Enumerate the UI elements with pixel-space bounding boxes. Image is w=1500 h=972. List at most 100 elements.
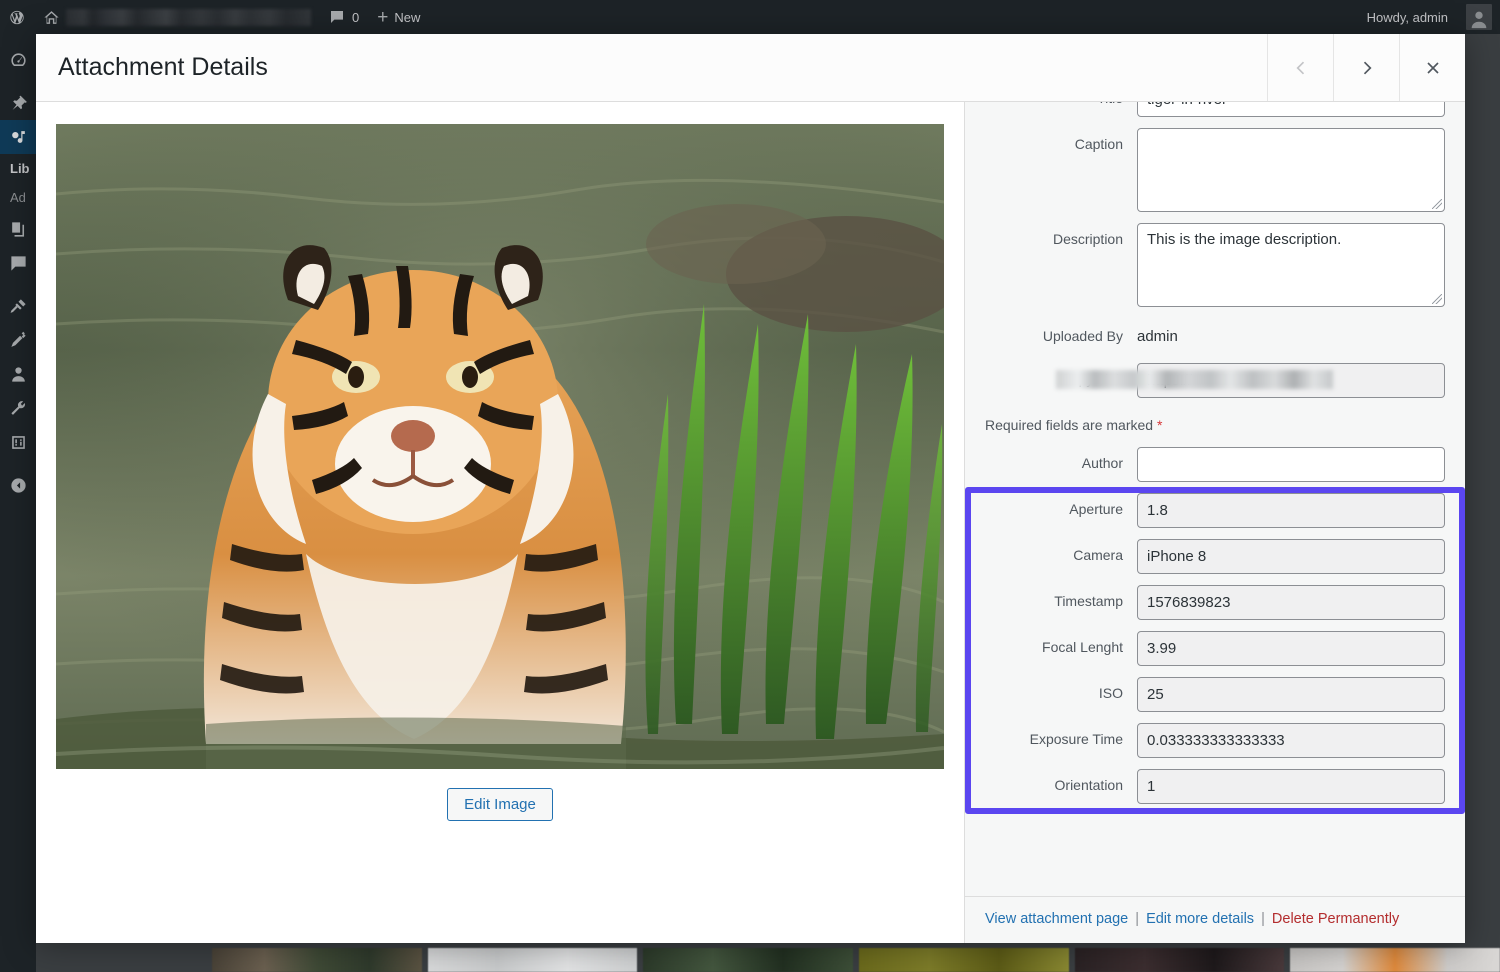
field-label-iso: ISO [985, 677, 1137, 702]
description-textarea[interactable]: This is the image description. [1137, 223, 1445, 307]
field-label-title: Title [985, 102, 1137, 107]
avatar-icon[interactable] [1466, 4, 1492, 30]
required-note-text: Required fields are marked [985, 417, 1153, 433]
iso-input[interactable]: 25 [1137, 677, 1445, 712]
timestamp-input[interactable]: 1576839823 [1137, 585, 1445, 620]
media-grid-thumbnails [36, 948, 1500, 972]
aperture-input[interactable]: 1.8 [1137, 493, 1445, 528]
comments-bubble-link[interactable]: 0 [320, 0, 368, 34]
sidebar-item-settings[interactable] [0, 425, 36, 459]
edit-image-button[interactable]: Edit Image [447, 788, 553, 821]
page-title: Attachment Details [36, 34, 1267, 101]
attachment-image [56, 124, 944, 769]
field-label-author: Author [985, 447, 1137, 472]
field-label-focal-lenght: Focal Lenght [985, 631, 1137, 656]
grid-thumbnail[interactable] [428, 948, 638, 972]
wordpress-logo-icon[interactable] [0, 0, 34, 34]
attachment-preview: Edit Image [36, 102, 964, 943]
field-label-uploaded-by: Uploaded By [985, 328, 1137, 344]
close-x-icon [1423, 58, 1443, 78]
sidebar-item-appearance[interactable] [0, 289, 36, 323]
grid-thumbnail[interactable] [212, 948, 422, 972]
sidebar-item-tools[interactable] [0, 391, 36, 425]
wp-admin-sidebar: Lib Ad [0, 34, 36, 972]
field-label-caption: Caption [985, 128, 1137, 153]
footer-separator: | [1258, 911, 1268, 927]
orientation-input[interactable]: 1 [1137, 769, 1445, 804]
title-input[interactable]: tiger-in-river [1137, 102, 1445, 117]
site-home-link[interactable] [34, 0, 320, 34]
attachment-details-modal: Attachment Details [36, 34, 1465, 943]
howdy-greeting[interactable]: Howdy, admin [1358, 0, 1457, 34]
required-fields-note: Required fields are marked * [985, 417, 1445, 433]
caption-textarea[interactable] [1137, 128, 1445, 212]
footer-separator: | [1132, 911, 1142, 927]
new-content-button[interactable]: + New [368, 0, 429, 34]
paintbrush-icon [9, 297, 28, 316]
field-copy-link: Copy Link https:// [985, 363, 1445, 398]
author-input[interactable] [1137, 447, 1445, 482]
field-label-description: Description [985, 223, 1137, 248]
chevron-left-icon [1291, 58, 1311, 78]
field-author: Author [985, 447, 1445, 482]
grid-thumbnail[interactable] [1075, 948, 1285, 972]
modal-body: Edit Image Title tiger-in-river Caption [36, 102, 1465, 943]
uploaded-by-value: admin [1137, 328, 1178, 345]
sidebar-item-plugins[interactable] [0, 323, 36, 357]
field-description: Description This is the image descriptio… [985, 223, 1445, 307]
field-aperture: Aperture 1.8 [985, 493, 1445, 528]
admin-bar-right: Howdy, admin [1358, 0, 1500, 34]
focal-lenght-input[interactable]: 3.99 [1137, 631, 1445, 666]
user-icon [9, 365, 28, 384]
sidebar-item-add-new[interactable]: Ad [0, 183, 36, 212]
modal-header: Attachment Details [36, 34, 1465, 102]
sidebar-item-comments[interactable] [0, 246, 36, 280]
grid-thumbnail[interactable] [643, 948, 853, 972]
field-caption: Caption [985, 128, 1445, 212]
details-fields-scroll[interactable]: Title tiger-in-river Caption Description [965, 102, 1465, 896]
sidebar-item-collapse-menu[interactable] [0, 468, 36, 502]
grid-thumbnail[interactable] [859, 948, 1069, 972]
sidebar-item-pages[interactable] [0, 212, 36, 246]
field-timestamp: Timestamp 1576839823 [985, 585, 1445, 620]
required-asterisk: * [1157, 417, 1162, 433]
attachment-details-panel: Title tiger-in-river Caption Description [964, 102, 1465, 943]
comment-count: 0 [352, 10, 359, 25]
wrench-icon [9, 399, 28, 418]
sidebar-item-dashboard[interactable] [0, 43, 36, 77]
exposure-time-input[interactable]: 0.033333333333333 [1137, 723, 1445, 758]
next-attachment-button[interactable] [1333, 34, 1399, 101]
plug-icon [9, 331, 28, 350]
view-attachment-page-link[interactable]: View attachment page [985, 911, 1128, 927]
plus-icon: + [377, 8, 388, 27]
field-focal-lenght: Focal Lenght 3.99 [985, 631, 1445, 666]
previous-attachment-button[interactable] [1267, 34, 1333, 101]
sidebar-item-users[interactable] [0, 357, 36, 391]
sidebar-item-library[interactable]: Lib [0, 154, 36, 183]
pin-icon [9, 94, 28, 113]
field-label-aperture: Aperture [985, 493, 1137, 518]
copy-link-blurred-url [1056, 370, 1333, 389]
chevron-right-icon [1357, 58, 1377, 78]
field-label-orientation: Orientation [985, 769, 1137, 794]
pages-icon [9, 220, 28, 239]
comment-bubble-icon [9, 254, 28, 273]
edit-more-details-link[interactable]: Edit more details [1146, 911, 1254, 927]
delete-permanently-link[interactable]: Delete Permanently [1272, 911, 1399, 927]
close-modal-button[interactable] [1399, 34, 1465, 101]
field-label-camera: Camera [985, 539, 1137, 564]
camera-input[interactable]: iPhone 8 [1137, 539, 1445, 574]
sidebar-item-posts[interactable] [0, 86, 36, 120]
collapse-arrow-icon [9, 476, 28, 495]
attachment-actions-footer: View attachment page | Edit more details… [965, 896, 1465, 943]
wp-admin-page: 0 + New Howdy, admin Lib Ad [0, 0, 1500, 972]
sidebar-item-media[interactable] [0, 120, 36, 154]
grid-thumbnail[interactable] [1290, 948, 1500, 972]
field-label-timestamp: Timestamp [985, 585, 1137, 610]
field-iso: ISO 25 [985, 677, 1445, 712]
field-exposure-time: Exposure Time 0.033333333333333 [985, 723, 1445, 758]
wp-admin-bar: 0 + New Howdy, admin [0, 0, 1500, 34]
site-name-blurred [66, 9, 311, 26]
dashboard-gauge-icon [9, 51, 28, 70]
field-uploaded-by: Uploaded By admin [985, 323, 1445, 349]
